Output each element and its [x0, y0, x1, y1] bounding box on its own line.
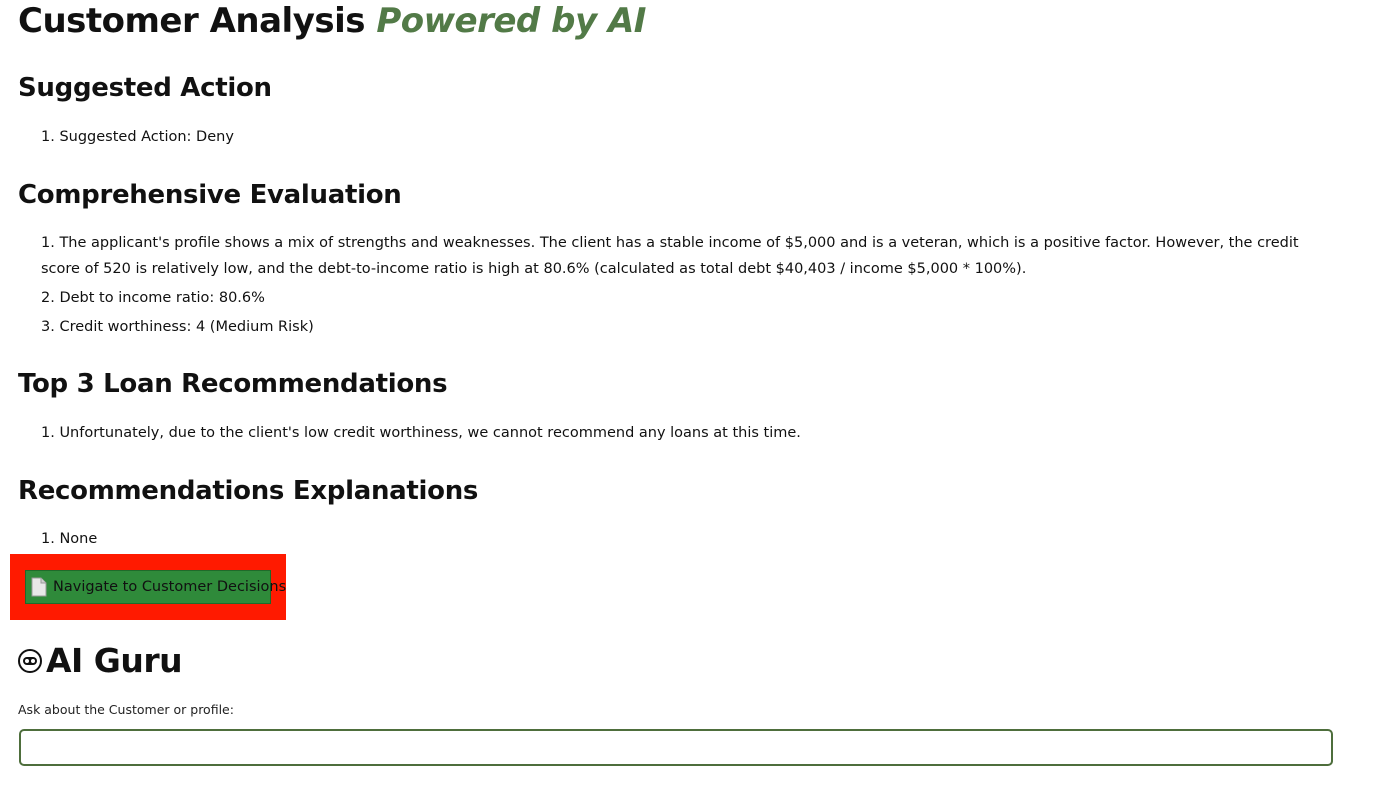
explanations-heading: Recommendations Explanations	[18, 476, 479, 506]
ask-label: Ask about the Customer or profile:	[18, 702, 234, 717]
navigate-button-label: Navigate to Customer Decisions	[53, 579, 287, 595]
page-title: Customer Analysis Powered by AI	[18, 0, 646, 42]
suggested-action-heading: Suggested Action	[18, 73, 272, 103]
list-item: 2. Debt to income ratio: 80.6%	[41, 290, 265, 306]
document-icon	[31, 577, 47, 597]
list-item: 1. None	[41, 531, 98, 547]
page-title-accent: Powered by AI	[376, 1, 646, 41]
suggested-action-list: 1. Suggested Action: Deny	[41, 124, 1341, 153]
list-item: 3. Credit worthiness: 4 (Medium Risk)	[41, 319, 314, 335]
navigate-customer-decisions-button[interactable]: Navigate to Customer Decisions	[25, 570, 286, 604]
page-title-main: Customer Analysis	[18, 1, 366, 41]
top-loans-heading: Top 3 Loan Recommendations	[18, 369, 448, 399]
robot-face-icon	[18, 649, 42, 673]
comprehensive-evaluation-heading: Comprehensive Evaluation	[18, 180, 402, 210]
ai-guru-header: AI Guru	[18, 640, 183, 682]
top-loans-list: 1. Unfortunately, due to the client's lo…	[41, 420, 1341, 449]
comprehensive-evaluation-list: 1. The applicant's profile shows a mix o…	[41, 230, 1341, 343]
ai-guru-title: AI Guru	[46, 641, 183, 680]
page: Customer Analysis Powered by AI Suggeste…	[0, 0, 1391, 797]
list-item: 1. Suggested Action: Deny	[41, 129, 234, 145]
ask-input[interactable]	[19, 729, 1333, 766]
explanations-list: 1. None	[41, 526, 1341, 555]
list-item: 1. Unfortunately, due to the client's lo…	[41, 425, 801, 441]
list-item: 1. The applicant's profile shows a mix o…	[41, 235, 1299, 277]
